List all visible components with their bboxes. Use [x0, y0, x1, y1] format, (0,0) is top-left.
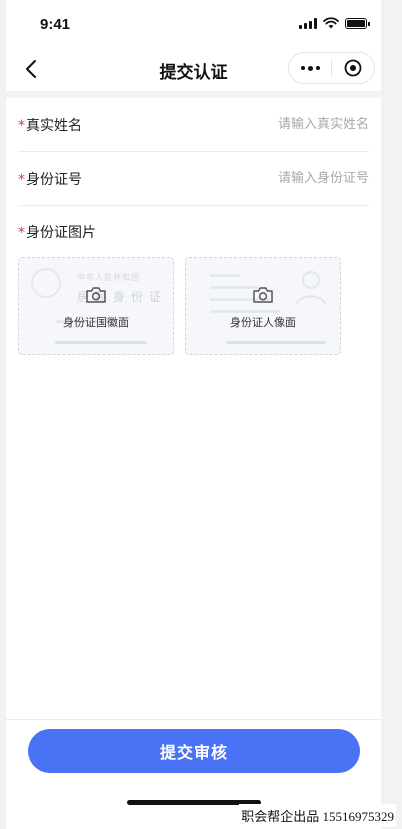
status-bar: 9:41 [6, 0, 381, 44]
required-mark: * [18, 117, 25, 134]
id-number-row: *身份证号 [18, 152, 369, 206]
status-icons [299, 17, 370, 29]
signal-icon [299, 17, 317, 29]
mini-program-capsule [288, 52, 375, 84]
placeholder-line [55, 341, 147, 344]
footer-credit: 职会帮企出品 15516975329 [239, 804, 396, 827]
id-photo-uploaders: 中华人民共和国 居民身份证 身份证国徽面 身份证人像面 [18, 257, 369, 355]
placeholder-line [226, 341, 326, 344]
placeholder-line [210, 274, 240, 277]
camera-icon [253, 287, 273, 303]
more-button[interactable] [289, 53, 331, 83]
name-label: *真实姓名 [18, 117, 82, 134]
status-time: 9:41 [40, 16, 71, 33]
national-emblem-icon [31, 268, 61, 298]
name-input[interactable] [209, 117, 369, 132]
id-portrait-side-upload[interactable]: 身份证人像面 [185, 257, 341, 355]
placeholder-line [210, 310, 280, 313]
id-number-input[interactable] [209, 171, 369, 186]
id-emblem-side-upload[interactable]: 中华人民共和国 居民身份证 身份证国徽面 [18, 257, 174, 355]
id-photos-label: *身份证图片 [18, 225, 96, 241]
certification-form: *真实姓名 *身份证号 *身份证图片 中华人民共和国 居民身份证 身份证国徽面 [18, 98, 369, 355]
header-separator [6, 91, 381, 98]
phone-screen: 9:41 提交认证 *真实姓名 请输入真实姓名 *身份证号 请输入身份证号 *身… [6, 0, 381, 829]
submit-review-button[interactable]: 提交审核 [28, 729, 360, 773]
portrait-icon [296, 271, 326, 305]
bottom-divider [6, 719, 381, 720]
name-row: *真实姓名 [18, 98, 369, 152]
camera-icon [86, 287, 106, 303]
id-number-label: *身份证号 [18, 171, 82, 188]
wifi-icon [323, 17, 339, 29]
more-dots-icon [300, 65, 320, 71]
battery-icon [345, 17, 370, 29]
required-mark: * [18, 171, 25, 188]
nav-bar: 提交认证 [6, 48, 381, 90]
target-circle-icon [344, 59, 362, 77]
close-miniprogram-button[interactable] [332, 53, 374, 83]
required-mark: * [18, 225, 25, 241]
portrait-side-caption: 身份证人像面 [230, 316, 296, 329]
emblem-side-caption: 身份证国徽面 [63, 316, 129, 329]
card-heading-small: 中华人民共和国 [77, 273, 140, 282]
